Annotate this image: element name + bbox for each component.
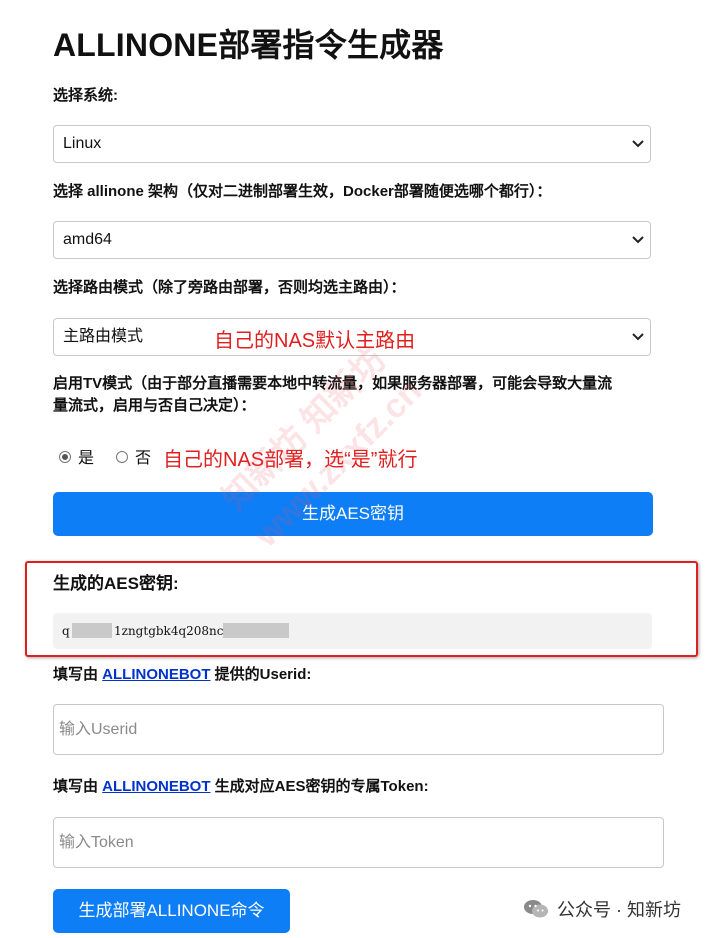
tv-radio-no[interactable] — [116, 451, 128, 463]
system-select-value: Linux — [63, 135, 102, 152]
token-label-prefix: 填写由 — [53, 778, 103, 795]
route-label: 选择路由模式（除了旁路由部署，否则均选主路由）： — [53, 279, 406, 296]
tv-radio-no-label: 否 — [135, 450, 152, 467]
userid-placeholder: 输入Userid — [59, 721, 138, 738]
tv-annotation: 自己的NAS部署，选“是”就行 — [163, 449, 418, 471]
token-input[interactable]: 输入Token — [53, 817, 664, 868]
tv-label-line2: 量流式，启用与否自己决定）： — [53, 397, 256, 414]
generate-aes-button[interactable]: 生成AES密钥 — [53, 492, 653, 536]
page: ALLINONE部署指令生成器 选择系统: Linux 选择 allinone … — [0, 0, 722, 938]
token-label-suffix: 生成对应AES密钥的专属Token: — [210, 778, 429, 795]
brand-text: 公众号 · 知新坊 — [557, 900, 681, 920]
userid-label-prefix: 填写由 — [53, 666, 103, 683]
arch-select-value: amd64 — [63, 231, 112, 248]
token-placeholder: 输入Token — [59, 834, 134, 851]
chevron-down-icon — [630, 319, 646, 355]
aes-key-prefix: q — [62, 624, 70, 638]
brand: 公众号 · 知新坊 — [523, 896, 681, 922]
wechat-icon — [523, 899, 549, 919]
aes-key-output[interactable]: q 1zngtgbk4q208nce — [53, 613, 652, 649]
arch-label: 选择 allinone 架构（仅对二进制部署生效，Docker部署随便选哪个都行… — [53, 183, 552, 200]
token-label: 填写由 ALLINONEBOT 生成对应AES密钥的专属Token: — [53, 776, 429, 798]
arch-select[interactable]: amd64 — [53, 221, 651, 259]
aes-key-visible: 1zngtgbk4q208nce — [114, 624, 231, 638]
redaction-block — [72, 623, 112, 638]
aes-result-label: 生成的AES密钥: — [53, 574, 179, 593]
userid-label-suffix: 提供的Userid: — [210, 666, 312, 683]
tv-radio-yes[interactable] — [59, 451, 71, 463]
system-select[interactable]: Linux — [53, 125, 651, 163]
generate-command-button[interactable]: 生成部署ALLINONE命令 — [53, 889, 290, 933]
chevron-down-icon — [630, 222, 646, 258]
userid-label: 填写由 ALLINONEBOT 提供的Userid: — [53, 664, 311, 686]
allinonebot-link[interactable]: ALLINONEBOT — [102, 666, 210, 683]
allinonebot-link[interactable]: ALLINONEBOT — [102, 778, 210, 795]
page-title: ALLINONE部署指令生成器 — [53, 27, 444, 63]
route-annotation: 自己的NAS默认主路由 — [214, 330, 416, 352]
userid-input[interactable]: 输入Userid — [53, 704, 664, 755]
tv-radio-yes-label: 是 — [78, 450, 95, 467]
route-select-value: 主路由模式 — [63, 328, 144, 345]
redaction-block — [223, 623, 289, 638]
chevron-down-icon — [630, 126, 646, 162]
tv-label-line1: 启用TV模式（由于部分直播需要本地中转流量，如果服务器部署，可能会导致大量流 — [53, 375, 613, 392]
system-label: 选择系统: — [53, 87, 118, 104]
